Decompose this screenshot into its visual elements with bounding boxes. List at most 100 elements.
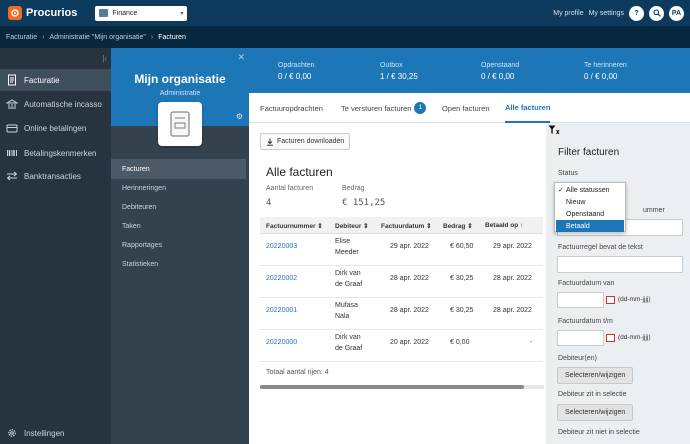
gear-icon — [8, 429, 16, 437]
org-menu-item-rapportages[interactable]: Rapportages — [111, 235, 246, 255]
table-row[interactable]: 20220000 Dirk van de Graaf 20 apr. 2022 … — [260, 330, 543, 362]
tab-te-versturen-facturen[interactable]: Te versturen facturen 1 — [341, 93, 427, 123]
debtor-name: Elise — [335, 238, 351, 245]
tab-alle-facturen[interactable]: Alle facturen — [505, 93, 551, 123]
calendar-icon[interactable] — [606, 296, 615, 304]
sidebar-item-label: Betalingskenmerken — [24, 148, 97, 158]
sidebar-item-betalingskenmerken[interactable]: Betalingskenmerken — [0, 142, 111, 164]
invoice-number-link[interactable]: 20220001 — [266, 307, 297, 314]
calendar-icon[interactable] — [606, 334, 615, 342]
column-header-bedrag[interactable]: Bedrag ⇕ — [443, 222, 473, 230]
total-rows: Totaal aantal rijen: 4 — [266, 369, 329, 376]
org-menu-item-facturen[interactable]: Facturen — [111, 159, 246, 179]
status-option-betaald[interactable]: Betaald — [556, 220, 624, 232]
main-content: Facturen downloaden Alle facturen Aantal… — [249, 123, 546, 444]
column-header-factuurnummer[interactable]: Factuurnummer ⇕ — [266, 222, 323, 230]
tab-open-facturen[interactable]: Open facturen — [442, 93, 490, 123]
debtor-name: Meeder — [335, 249, 359, 256]
table-row[interactable]: 20220001 Mufasa Nala 28 apr. 2022 € 30,2… — [260, 298, 543, 330]
invoice-icon — [6, 74, 18, 86]
sidebar-item-label: Automatische incasso — [24, 99, 102, 109]
sidebar-item-banktransacties[interactable]: Banktransacties — [0, 165, 111, 187]
date-from-input[interactable] — [557, 292, 604, 308]
stat-openstaand[interactable]: Openstaand 0 / € 0,00 — [481, 62, 519, 81]
collapse-sidebar-icon[interactable]: |‹ — [102, 54, 107, 63]
status-option-nieuw[interactable]: Nieuw — [556, 196, 624, 208]
status-option-alle[interactable]: ✓ Alle statussen — [556, 184, 624, 196]
breadcrumb-separator-icon: › — [42, 33, 45, 41]
column-header-debiteur[interactable]: Debiteur ⇕ — [335, 222, 369, 230]
sidebar-item-online-betalingen[interactable]: Online betalingen — [0, 117, 111, 139]
help-button[interactable]: ? — [629, 5, 644, 21]
sidebar-item-label: Facturatie — [24, 75, 60, 85]
brand-logo[interactable]: Procurios — [8, 6, 77, 20]
invoice-number-link[interactable]: 20220000 — [266, 339, 297, 346]
organisation-select[interactable]: Finance ▾ — [95, 5, 188, 21]
stats-bar: Opdrachten 0 / € 0,00 Outbox 1 / € 30,25… — [249, 48, 690, 93]
paid-date: 28 apr. 2022 — [493, 275, 532, 282]
invoice-amount: € 60,50 — [450, 243, 474, 250]
org-menu-item-taken[interactable]: Taken — [111, 216, 246, 236]
sidebar-item-instellingen[interactable]: Instellingen — [0, 424, 111, 442]
search-button[interactable] — [649, 5, 664, 21]
table-row[interactable]: 20220002 Dirk van de Graaf 28 apr. 2022 … — [260, 266, 543, 298]
stat-title: Opdrachten — [278, 62, 315, 69]
filter-title: Filter facturen — [558, 147, 620, 158]
option-label: Alle statussen — [566, 186, 610, 194]
debtor-in-selection-label: Debiteur zit in selectie — [558, 391, 627, 398]
horizontal-scrollbar[interactable] — [260, 385, 544, 389]
column-header-betaald-op[interactable]: Betaald op ↑ — [485, 222, 523, 229]
invoice-date: 29 apr. 2022 — [390, 243, 429, 250]
breadcrumb-separator-icon: › — [150, 33, 154, 41]
breadcrumb-item-facturatie[interactable]: Facturatie — [6, 34, 37, 41]
status-option-openstaand[interactable]: Openstaand — [556, 208, 624, 220]
paid-date: 29 apr. 2022 — [493, 243, 532, 250]
stat-te-herinneren[interactable]: Te herinneren 0 / € 0,00 — [584, 62, 627, 81]
invoice-number-link[interactable]: 20220002 — [266, 275, 297, 282]
close-icon[interactable]: ✕ — [237, 52, 245, 63]
status-label: Status — [558, 170, 578, 177]
filter-toggle-icon[interactable] — [548, 125, 560, 135]
sidebar: |‹ Facturatie Automatische incasso Onlin… — [0, 48, 111, 444]
sidebar-item-label: Online betalingen — [24, 123, 87, 133]
debtor-name: de Graaf — [335, 345, 363, 352]
debtors-label: Debiteur(en) — [558, 355, 597, 362]
gear-icon[interactable]: ⚙ — [236, 112, 243, 121]
tab-label: Te versturen facturen — [341, 103, 412, 113]
stat-opdrachten[interactable]: Opdrachten 0 / € 0,00 — [278, 62, 315, 81]
invoice-line-input[interactable] — [557, 256, 683, 273]
date-format-hint: (dd-mm-jjjj) — [618, 334, 651, 341]
invoice-count-value: 4 — [266, 198, 272, 208]
status-dropdown[interactable]: ✓ Alle statussen Nieuw Openstaand Betaal… — [554, 182, 626, 232]
download-invoices-button[interactable]: Facturen downloaden — [260, 133, 351, 150]
date-to-input[interactable] — [557, 330, 604, 346]
select-in-selection-button[interactable]: Selecteren/wijzigen — [557, 404, 634, 421]
org-menu-item-debiteuren[interactable]: Debiteuren — [111, 197, 246, 217]
breadcrumb-item-administratie[interactable]: Administratie "Mijn organisatie" — [49, 34, 145, 41]
filter-panel: Filter facturen Status ummer Factuurrege… — [546, 123, 690, 444]
stat-outbox[interactable]: Outbox 1 / € 30,25 — [380, 62, 418, 81]
tab-factuuropdrachten[interactable]: Factuuropdrachten — [260, 93, 323, 123]
my-profile-link[interactable]: My profile — [553, 10, 583, 17]
chevron-down-icon: ▾ — [180, 10, 184, 17]
date-from-label: Factuurdatum van — [558, 280, 615, 287]
debtor-name: Mufasa — [335, 302, 358, 309]
sidebar-item-facturatie[interactable]: Facturatie — [0, 69, 111, 91]
debtor-name: de Graaf — [335, 281, 363, 288]
invoice-number-link[interactable]: 20220003 — [266, 243, 297, 250]
sidebar-item-automatische-incasso[interactable]: Automatische incasso — [0, 93, 111, 115]
column-header-factuurdatum[interactable]: Factuurdatum ⇕ — [381, 222, 432, 230]
debtor-name: Dirk van — [335, 270, 361, 277]
scrollbar-thumb[interactable] — [260, 385, 524, 389]
org-menu-item-statistieken[interactable]: Statistieken — [111, 254, 246, 274]
date-to-label: Factuurdatum t/m — [558, 318, 613, 325]
invoice-count-label: Aantal facturen — [266, 185, 314, 192]
breadcrumb-item-current: Facturen — [158, 33, 186, 41]
org-menu-item-herinneringen[interactable]: Herinneringen — [111, 178, 246, 198]
user-avatar-button[interactable]: PA — [669, 5, 684, 21]
my-settings-link[interactable]: My settings — [589, 10, 624, 17]
select-debtors-button[interactable]: Selecteren/wijzigen — [557, 367, 634, 384]
table-row[interactable]: 20220003 Elise Meeder 29 apr. 2022 € 60,… — [260, 234, 543, 266]
invoice-number-label: ummer — [643, 207, 665, 214]
download-invoices-label: Facturen downloaden — [277, 138, 345, 145]
